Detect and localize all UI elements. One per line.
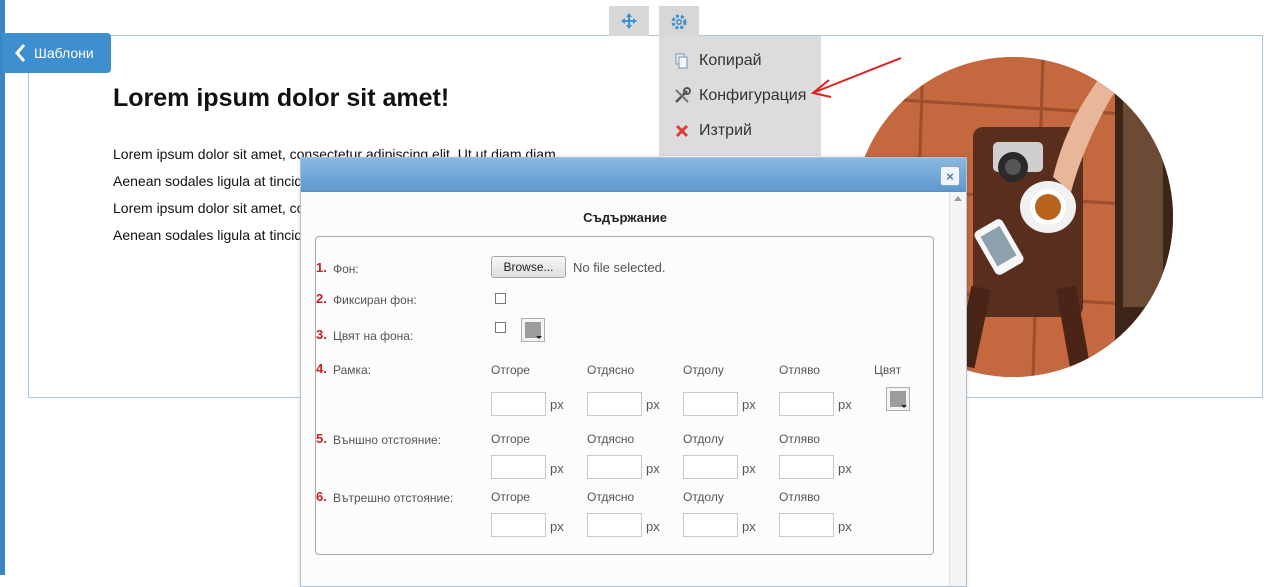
settings-button[interactable] bbox=[659, 6, 699, 37]
back-button-label: Шаблони bbox=[34, 45, 94, 61]
background-label: Фон: bbox=[333, 262, 359, 276]
unit-label: px bbox=[646, 519, 660, 534]
padding-right-input[interactable] bbox=[587, 513, 642, 537]
dialog-scrollbar[interactable] bbox=[949, 192, 966, 586]
fixed-background-label: Фиксиран фон: bbox=[333, 293, 417, 307]
delete-x-icon bbox=[673, 122, 691, 140]
border-bottom-label: Отдолу bbox=[683, 363, 724, 377]
dialog-title: Съдържание bbox=[583, 210, 667, 225]
back-to-templates-button[interactable]: Шаблони bbox=[2, 33, 111, 73]
margin-left-label: Отляво bbox=[779, 432, 820, 446]
border-color-picker[interactable] bbox=[886, 387, 910, 411]
paragraph-2: Aenean sodales ligula at tincidunt bbox=[113, 173, 322, 189]
content-config-dialog: × Съдържание 1. Фон: Browse... No file s… bbox=[300, 157, 967, 587]
border-bottom-input[interactable] bbox=[683, 392, 738, 416]
menu-item-configure[interactable]: Конфигурация bbox=[673, 83, 806, 109]
unit-label: px bbox=[838, 461, 852, 476]
padding-left-input[interactable] bbox=[779, 513, 834, 537]
block-settings-menu: Копирай Конфигурация Изтрий bbox=[659, 36, 821, 156]
dropdown-arrow-icon bbox=[901, 405, 907, 408]
dialog-header[interactable]: × bbox=[301, 158, 966, 192]
menu-item-label: Копирай bbox=[699, 52, 762, 69]
unit-label: px bbox=[742, 519, 756, 534]
unit-label: px bbox=[550, 519, 564, 534]
border-label: Рамка: bbox=[333, 363, 372, 377]
margin-label: Външно отстояние: bbox=[333, 433, 442, 447]
padding-top-input[interactable] bbox=[491, 513, 546, 537]
row-number: 3. bbox=[316, 327, 327, 342]
unit-label: px bbox=[646, 397, 660, 412]
border-right-label: Отдясно bbox=[587, 363, 635, 377]
chevron-left-icon bbox=[15, 44, 26, 62]
margin-right-label: Отдясно bbox=[587, 432, 635, 446]
block-title: Lorem ipsum dolor sit amet! bbox=[113, 84, 450, 112]
padding-left-label: Отляво bbox=[779, 490, 820, 504]
browse-button[interactable]: Browse... bbox=[491, 256, 566, 278]
padding-right-label: Отдясно bbox=[587, 490, 635, 504]
close-icon[interactable]: × bbox=[940, 166, 960, 186]
left-edge-strip bbox=[0, 0, 5, 575]
background-color-label: Цвят на фона: bbox=[333, 329, 414, 343]
move-arrows-icon bbox=[621, 13, 637, 29]
menu-item-label: Изтрий bbox=[699, 122, 752, 139]
background-color-checkbox[interactable] bbox=[495, 322, 506, 333]
copy-icon bbox=[673, 52, 691, 70]
margin-top-input[interactable] bbox=[491, 455, 546, 479]
margin-left-input[interactable] bbox=[779, 455, 834, 479]
fixed-background-checkbox[interactable] bbox=[495, 293, 506, 304]
margin-bottom-input[interactable] bbox=[683, 455, 738, 479]
annotation-arrow-icon bbox=[810, 57, 902, 98]
border-left-label: Отляво bbox=[779, 363, 820, 377]
row-number: 1. bbox=[316, 260, 327, 275]
dropdown-arrow-icon bbox=[536, 336, 542, 339]
border-left-input[interactable] bbox=[779, 392, 834, 416]
row-number: 6. bbox=[316, 489, 327, 504]
padding-bottom-label: Отдолу bbox=[683, 490, 724, 504]
unit-label: px bbox=[742, 397, 756, 412]
background-color-picker[interactable] bbox=[521, 318, 545, 342]
gear-icon bbox=[671, 14, 687, 29]
padding-top-label: Отгоре bbox=[491, 490, 530, 504]
row-number: 4. bbox=[316, 361, 327, 376]
padding-bottom-input[interactable] bbox=[683, 513, 738, 537]
row-number: 5. bbox=[316, 431, 327, 446]
menu-item-copy[interactable]: Копирай bbox=[673, 48, 762, 74]
border-color-label: Цвят bbox=[874, 363, 902, 377]
menu-item-label: Конфигурация bbox=[699, 87, 807, 104]
tools-icon bbox=[673, 87, 691, 105]
border-right-input[interactable] bbox=[587, 392, 642, 416]
move-block-button[interactable] bbox=[609, 6, 649, 36]
unit-label: px bbox=[742, 461, 756, 476]
unit-label: px bbox=[550, 461, 564, 476]
border-top-label: Отгоре bbox=[491, 363, 530, 377]
paragraph-4: Aenean sodales ligula at tincidunt bbox=[113, 227, 322, 243]
margin-bottom-label: Отдолу bbox=[683, 432, 724, 446]
unit-label: px bbox=[646, 461, 660, 476]
unit-label: px bbox=[838, 519, 852, 534]
padding-label: Вътрешно отстояние: bbox=[333, 491, 454, 505]
menu-item-delete[interactable]: Изтрий bbox=[673, 118, 752, 144]
scroll-up-arrow-icon[interactable] bbox=[954, 196, 962, 201]
unit-label: px bbox=[838, 397, 852, 412]
margin-right-input[interactable] bbox=[587, 455, 642, 479]
row-number: 2. bbox=[316, 291, 327, 306]
unit-label: px bbox=[550, 397, 564, 412]
margin-top-label: Отгоре bbox=[491, 432, 530, 446]
border-top-input[interactable] bbox=[491, 392, 546, 416]
no-file-text: No file selected. bbox=[573, 260, 666, 275]
